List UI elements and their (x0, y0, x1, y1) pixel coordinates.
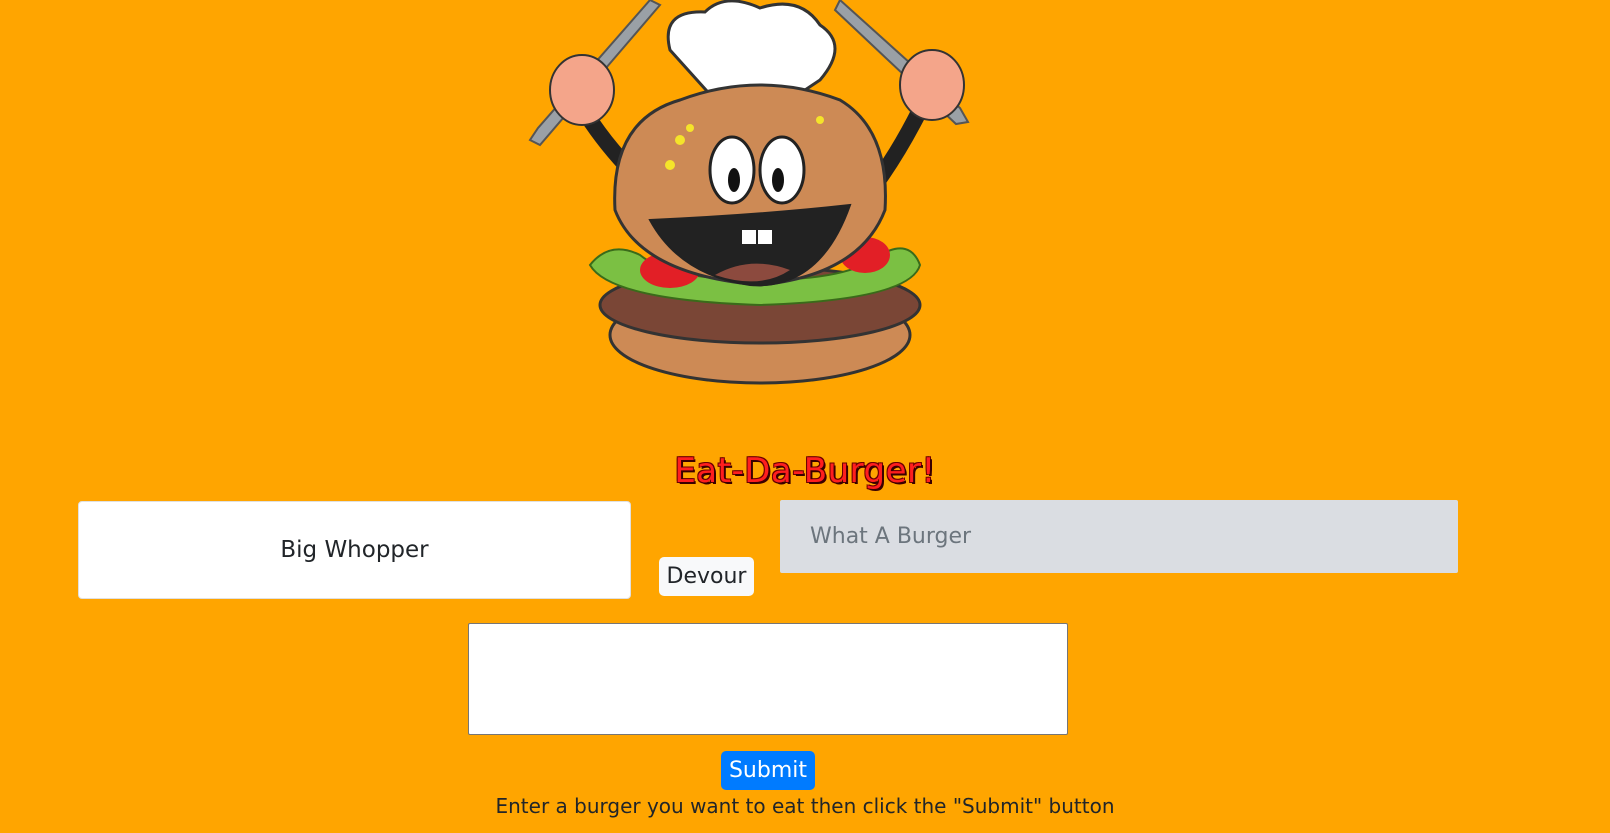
burger-chef-mascot-image (528, 0, 970, 385)
burger-name: Big Whopper (280, 537, 429, 563)
eaten-burger-name: What A Burger (810, 524, 972, 549)
page-title: Eat-Da-Burger! (674, 450, 936, 491)
devour-button[interactable]: Devour (659, 557, 754, 596)
uneaten-burger-item: Big Whopper (78, 501, 631, 599)
burger-name-input[interactable] (468, 623, 1068, 735)
submit-button[interactable]: Submit (721, 751, 815, 790)
instructions-text: Enter a burger you want to eat then clic… (495, 794, 1115, 818)
eaten-burger-item: What A Burger (780, 500, 1458, 573)
